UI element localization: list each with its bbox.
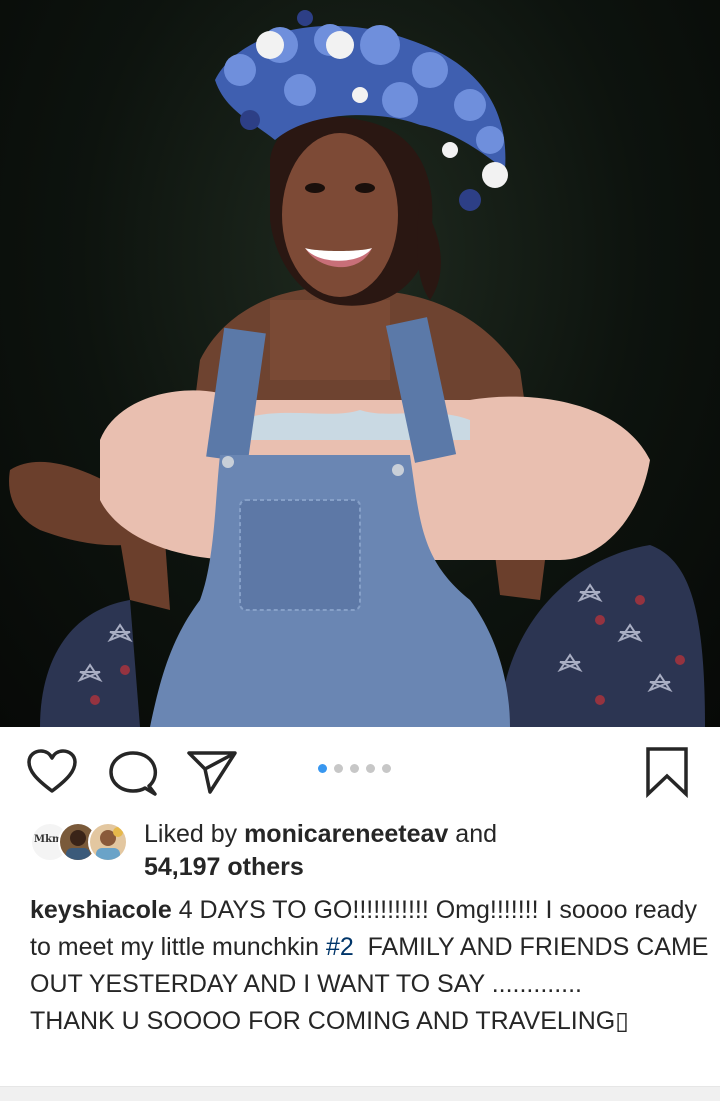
likes-count[interactable]: 54,197 others [144,853,304,881]
caption-hashtag[interactable]: #2 [326,933,354,961]
likes-row: Mkmy Liked by monicareneeteav and 54,197… [30,818,710,888]
post-caption: keyshiacole 4 DAYS TO GO!!!!!!!!!!! Omg!… [30,892,710,1040]
carousel-dot [366,764,375,773]
post-photo[interactable] [0,0,720,727]
carousel-dot [382,764,391,773]
likes-conjunction: and [448,820,498,848]
next-post-divider [0,1086,720,1101]
carousel-indicator [318,764,391,773]
paper-plane-icon[interactable] [186,749,238,800]
head-shape [270,116,441,306]
bookmark-icon[interactable] [644,746,690,803]
caption-username[interactable]: keyshiacole [30,896,172,924]
liker-avatars[interactable]: Mkmy [30,822,140,864]
carousel-dot [334,764,343,773]
comment-icon[interactable] [108,751,158,802]
carousel-dot [318,764,327,773]
liker-username[interactable]: monicareneeteav [244,820,448,848]
avatar[interactable] [88,822,128,862]
carousel-dot [350,764,359,773]
heart-icon[interactable] [26,749,78,800]
likes-text: Liked by monicareneeteav and 54,197 othe… [144,818,497,884]
likes-prefix: Liked by [144,820,245,848]
